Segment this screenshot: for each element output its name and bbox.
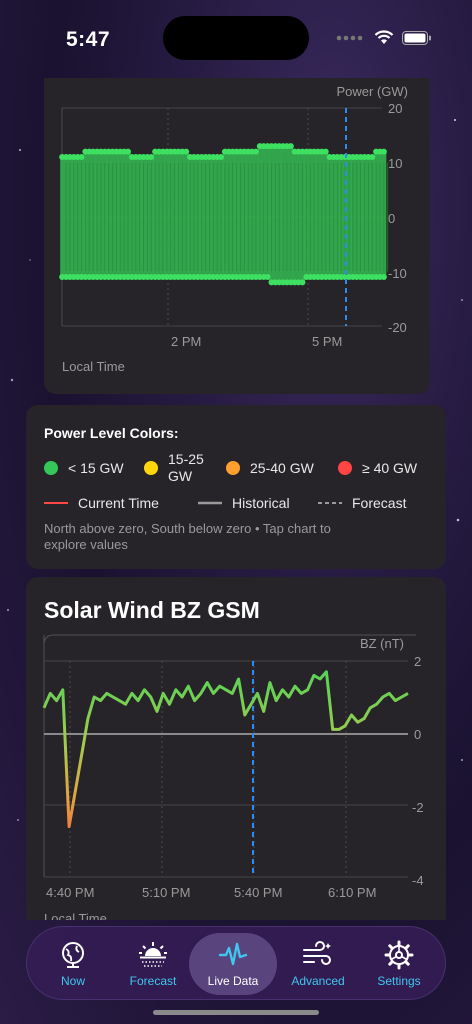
legend-level-label: 15-25 GW [168,451,204,484]
power-point [380,148,387,155]
status-bar: 5:47 [0,0,472,78]
power-x-axis-label: Local Time [62,359,125,374]
power-point [287,143,294,150]
legend-level-low: < 15 GW [44,460,144,476]
tab-label: Advanced [291,974,345,988]
legend-title: Power Level Colors: [44,425,179,441]
legend-level-moderate: 15-25 GW [144,451,226,485]
legend-level-extreme: ≥ 40 GW [338,460,417,476]
power-y-tick: 20 [388,101,402,116]
cellular-signal-icon [336,35,363,40]
tab-bar: Now Forecast Live Data Advanced Settings [26,926,446,1000]
power-x-tick: 2 PM [171,334,201,349]
dynamic-island [163,16,309,60]
power-point [322,148,329,155]
legend-note: North above zero, South below zero • Tap… [44,521,331,552]
power-point [252,148,259,155]
orange-dot-icon [226,461,240,475]
tab-forecast[interactable]: Forecast [109,933,197,995]
power-x-tick: 5 PM [312,334,342,349]
legend-levels: < 15 GW 15-25 GW 25-40 GW ≥ 40 GW [44,451,434,485]
dashed-line-icon [318,502,342,504]
power-y-tick: 0 [388,211,395,226]
power-y-tick: 10 [388,156,402,171]
tab-label: Now [60,974,85,988]
status-time: 5:47 [66,28,111,51]
wifi-icon [374,30,394,44]
power-chart-card: Power (GW) 20 10 0 -10 -20 2 PM 5 PM Loc… [44,78,430,394]
bz-y-tick: 0 [414,727,421,742]
power-point [380,273,387,280]
bz-x-tick: 5:40 PM [234,885,282,900]
status-icons [336,30,432,45]
legend-level-label: < 15 GW [68,460,124,476]
bz-y-tick: 2 [414,654,421,669]
green-dot-icon [44,461,58,475]
globe-icon [62,942,84,968]
red-line-icon [44,502,68,504]
tab-settings[interactable]: Settings [355,933,443,995]
bz-x-axis-label: Local Time [44,911,107,920]
power-y-tick: -10 [388,266,407,281]
wind-icon [303,941,331,965]
power-y-tick: -20 [388,320,407,335]
power-point [78,154,85,161]
power-point [369,154,376,161]
power-point [148,154,155,161]
gear-icon [384,940,414,970]
bz-series-line [42,670,409,829]
bz-chart[interactable]: BZ (nT) 2 0 -2 -4 4:40 PM 5:10 PM 5:40 P… [26,577,446,920]
bz-y-tick: -4 [412,873,424,888]
bz-y-axis-label: BZ (nT) [360,636,404,651]
legend-lines: Current Time Historical Forecast [44,495,406,511]
legend-historical: Historical [232,495,290,511]
tab-advanced[interactable]: Advanced [274,933,362,995]
tab-label: Live Data [207,974,259,988]
power-point [183,148,190,155]
power-point [264,273,271,280]
legend-level-label: ≥ 40 GW [362,460,418,476]
power-point [125,148,132,155]
tab-live-data[interactable]: Live Data [189,933,277,995]
bz-x-tick: 4:40 PM [46,885,94,900]
power-point [299,279,306,286]
legend-forecast: Forecast [352,495,407,511]
legend-level-label: 25-40 GW [250,460,314,476]
power-point [218,154,225,161]
battery-icon [402,30,431,45]
sunrise-icon [139,942,167,967]
power-legend-card: Power Level Colors: < 15 GW 15-25 GW 25-… [26,405,446,569]
legend-current-time: Current Time [78,495,159,511]
red-dot-icon [338,461,352,475]
yellow-dot-icon [144,461,158,475]
legend-level-high: 25-40 GW [226,460,338,476]
tab-label: Settings [377,974,421,988]
bz-chart-card: Solar Wind BZ GSM BZ (nT) 2 0 -2 -4 4:40… [26,577,446,920]
bz-x-tick: 6:10 PM [328,885,376,900]
waveform-icon [218,942,248,966]
power-chart[interactable]: Power (GW) 20 10 0 -10 -20 2 PM 5 PM Loc… [44,78,430,394]
tab-label: Forecast [129,974,177,988]
gray-line-icon [198,501,222,505]
home-indicator [153,1010,319,1015]
power-y-axis-label: Power (GW) [337,84,409,99]
bz-y-tick: -2 [412,800,424,815]
bz-x-tick: 5:10 PM [142,885,190,900]
tab-now[interactable]: Now [29,933,117,995]
